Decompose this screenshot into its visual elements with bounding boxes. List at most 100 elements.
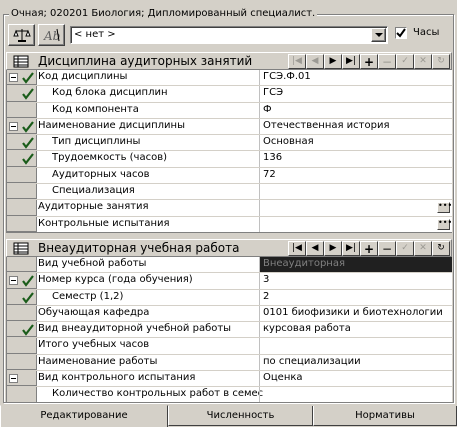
next-record-button[interactable]: ▶: [324, 54, 342, 69]
property-label: Наименование дисциплины: [38, 119, 185, 131]
property-value[interactable]: Отечественная история: [259, 118, 452, 135]
row-indicator[interactable]: [7, 70, 37, 86]
combo-dropdown-button[interactable]: [371, 28, 386, 42]
property-value[interactable]: Внеаудиторная: [259, 257, 452, 273]
property-row[interactable]: Количество контрольных работ в семес: [7, 387, 452, 402]
property-label: Код блока дисциплин: [52, 87, 168, 99]
property-value[interactable]: [259, 338, 452, 354]
property-row[interactable]: Код компонента Ф: [7, 102, 452, 119]
property-row[interactable]: Номер курса (года обучения) 3: [7, 273, 452, 290]
collapse-icon[interactable]: [9, 374, 18, 384]
property-row[interactable]: Обучающая кафедра 0101 биофизики и биотех…: [7, 305, 452, 323]
collapse-icon[interactable]: [9, 276, 18, 286]
row-indicator[interactable]: [7, 289, 37, 305]
property-value[interactable]: Основная: [259, 135, 452, 151]
tab-editing[interactable]: Редактирование: [0, 405, 168, 427]
property-value[interactable]: •••: [259, 200, 452, 216]
property-row[interactable]: Тип дисциплины Основная: [7, 135, 452, 152]
property-row[interactable]: Контрольные испытания •••: [7, 216, 452, 232]
ellipsis-button[interactable]: •••: [437, 202, 452, 214]
row-indicator[interactable]: [7, 387, 37, 402]
panel2-header: Внеаудиторная учебная работа |◀ ◀ ▶ ▶| +…: [6, 239, 452, 257]
collapse-icon[interactable]: [9, 121, 18, 131]
filter-combo-value: < нет >: [74, 29, 116, 40]
insert-record-button[interactable]: +: [360, 54, 378, 69]
property-label: Специализация: [52, 185, 135, 197]
delete-record-button[interactable]: −: [378, 241, 396, 256]
row-indicator[interactable]: [7, 184, 37, 200]
checkmark-icon: [22, 291, 34, 304]
property-value[interactable]: ГСЭ: [259, 86, 452, 102]
property-row[interactable]: Трудоемкость (часов) 136: [7, 151, 452, 168]
delete-record-button[interactable]: −: [378, 54, 396, 69]
last-record-button[interactable]: ▶|: [342, 54, 360, 69]
tab-headcount[interactable]: Численность: [168, 406, 313, 426]
property-value[interactable]: Ф: [259, 102, 452, 118]
last-record-button[interactable]: ▶|: [342, 241, 360, 256]
refresh-button[interactable]: ↻: [432, 241, 450, 256]
property-value[interactable]: [259, 184, 452, 200]
property-label: Аудиторных часов: [52, 168, 150, 180]
property-row[interactable]: Итого учебных часов: [7, 338, 452, 355]
row-indicator[interactable]: [7, 257, 37, 273]
row-indicator[interactable]: [7, 135, 37, 151]
row-indicator[interactable]: [7, 322, 37, 338]
row-indicator[interactable]: [7, 118, 37, 135]
property-value[interactable]: по специализации: [259, 354, 452, 371]
property-row[interactable]: Вид контрольного испытания Оценка: [7, 371, 452, 388]
row-indicator[interactable]: [7, 86, 37, 102]
property-row[interactable]: Семестр (1,2) 2: [7, 289, 452, 306]
text-edit-button[interactable]: Ab: [38, 24, 65, 46]
property-row[interactable]: Аудиторные занятия •••: [7, 200, 452, 217]
first-record-button[interactable]: |◀: [288, 241, 306, 256]
cancel-record-button[interactable]: ✕: [414, 54, 432, 69]
row-indicator[interactable]: [7, 338, 37, 354]
row-indicator[interactable]: [7, 305, 37, 322]
property-value[interactable]: 136: [259, 151, 452, 167]
property-row[interactable]: Аудиторных часов 72: [7, 167, 452, 185]
property-value[interactable]: [259, 387, 452, 402]
prev-record-button[interactable]: ◀: [306, 54, 324, 69]
property-row[interactable]: Код блока дисциплин ГСЭ: [7, 86, 452, 103]
refresh-button[interactable]: ↻: [432, 54, 450, 69]
panel2-title: Внеаудиторная учебная работа: [38, 241, 240, 255]
prev-record-button[interactable]: ◀: [306, 241, 324, 256]
property-row[interactable]: Вид внеаудиторной учебной работы курсовая…: [7, 322, 452, 339]
property-value[interactable]: ГСЭ.Ф.01: [259, 70, 452, 86]
cancel-record-button[interactable]: ✕: [414, 241, 432, 256]
post-record-button[interactable]: ✓: [396, 54, 414, 69]
property-value[interactable]: 3: [259, 273, 452, 289]
ellipsis-button[interactable]: •••: [437, 218, 452, 230]
tab-norms[interactable]: Нормативы: [313, 406, 457, 426]
property-value[interactable]: курсовая работа: [259, 322, 452, 338]
row-indicator[interactable]: [7, 200, 37, 216]
collapse-icon[interactable]: [9, 73, 18, 82]
property-row[interactable]: Наименование работы по специализации: [7, 354, 452, 372]
property-row[interactable]: Код дисциплины ГСЭ.Ф.01: [7, 70, 452, 87]
row-indicator[interactable]: [7, 216, 37, 232]
property-label: Вид внеаудиторной учебной работы: [38, 323, 232, 335]
property-label: Наименование работы: [38, 355, 158, 367]
property-value[interactable]: 72: [259, 167, 452, 184]
post-record-button[interactable]: ✓: [396, 241, 414, 256]
property-value[interactable]: 2: [259, 289, 452, 305]
insert-record-button[interactable]: +: [360, 241, 378, 256]
row-indicator[interactable]: [7, 371, 37, 387]
property-row[interactable]: Вид учебной работы Внеаудиторная: [7, 257, 452, 274]
row-indicator[interactable]: [7, 167, 37, 184]
row-indicator[interactable]: [7, 151, 37, 167]
row-indicator[interactable]: [7, 273, 37, 289]
scales-icon-button[interactable]: [8, 24, 35, 46]
property-value[interactable]: •••: [259, 216, 452, 232]
filter-combo[interactable]: < нет >: [70, 26, 388, 44]
next-record-button[interactable]: ▶: [324, 241, 342, 256]
property-row[interactable]: Специализация: [7, 184, 452, 201]
property-value[interactable]: Оценка: [259, 371, 452, 387]
first-record-button[interactable]: |◀: [288, 54, 306, 69]
hours-checkbox[interactable]: [395, 27, 407, 39]
row-indicator[interactable]: [7, 354, 37, 371]
property-row[interactable]: Наименование дисциплины Отечественная ист…: [7, 118, 452, 136]
property-value[interactable]: 0101 биофизики и биотехнологии: [259, 305, 452, 322]
checkmark-icon: [22, 153, 34, 166]
row-indicator[interactable]: [7, 102, 37, 118]
